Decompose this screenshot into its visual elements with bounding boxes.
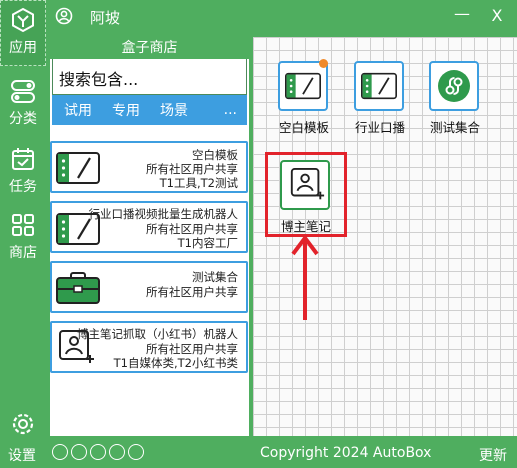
page-dot[interactable] xyxy=(109,444,125,460)
arrow-up-icon xyxy=(291,234,319,320)
toolbox-icon xyxy=(56,272,100,304)
card-title: 行业口播视频批量生成机器人 xyxy=(88,207,239,221)
nav-item-store[interactable]: 商店 xyxy=(0,206,46,272)
badge-dot xyxy=(319,59,328,68)
store-title: 盒子商店 xyxy=(50,37,249,59)
nav-label-apps: 应用 xyxy=(9,40,37,56)
nav-item-apps[interactable]: 应用 xyxy=(0,0,46,66)
store-card[interactable]: 测试集合 所有社区用户共享 xyxy=(50,261,248,313)
filter-scenario[interactable]: 场景 xyxy=(160,100,188,120)
workspace-app-industry-broadcast[interactable] xyxy=(354,61,404,111)
user-circle-icon[interactable] xyxy=(55,7,73,25)
store-panel: 盒子商店 搜索包含... 试用 专用 场景 ... 空白模板 所有社区用户共享 … xyxy=(50,37,249,436)
search-input[interactable]: 搜索包含... xyxy=(52,59,247,95)
store-card[interactable]: 博主笔记抓取（小红书）机器人 所有社区用户共享 T1自媒体类,T2小红书类 xyxy=(50,321,248,373)
window-title: 阿坡 xyxy=(90,9,121,27)
grid-icon xyxy=(12,214,34,236)
card-title: 博主笔记抓取（小红书）机器人 xyxy=(77,327,238,341)
gear-icon[interactable] xyxy=(9,410,37,438)
nav-label-categories: 分类 xyxy=(9,111,37,127)
workspace-app-blank-template[interactable] xyxy=(278,61,328,111)
highlight-box xyxy=(265,152,347,237)
workspace-app-test-collection[interactable] xyxy=(429,61,479,111)
card-title: 测试集合 xyxy=(192,270,238,284)
nav-label-store: 商店 xyxy=(9,245,37,261)
toggle-icon xyxy=(11,80,35,103)
card-tags: T1自媒体类,T2小红书类 xyxy=(113,356,238,370)
card-tags: T1内容工厂 xyxy=(177,236,238,250)
link-circle-icon xyxy=(438,70,470,102)
filter-bar: 试用 专用 场景 ... xyxy=(52,95,247,125)
page-dots xyxy=(52,444,144,460)
copyright-text: Copyright 2024 AutoBox xyxy=(260,445,432,461)
settings-label[interactable]: 设置 xyxy=(8,445,36,465)
slash-panel-icon xyxy=(285,72,321,100)
update-button[interactable]: 更新 xyxy=(479,445,507,465)
filter-dedicated[interactable]: 专用 xyxy=(112,100,140,120)
app-label: 空白模板 xyxy=(279,120,330,135)
close-button[interactable]: X xyxy=(486,4,508,28)
cube-icon xyxy=(12,7,34,33)
store-card[interactable]: 空白模板 所有社区用户共享 T1工具,T2测试 xyxy=(50,141,248,193)
store-card[interactable]: 行业口播视频批量生成机器人 所有社区用户共享 T1内容工厂 xyxy=(50,201,248,253)
title-bar: 阿坡 — X xyxy=(46,0,517,34)
app-window: 应用 分类 任务 商店 阿坡 — X 盒子商店 搜索包含... 试用 专用 场景… xyxy=(0,0,517,468)
page-dot[interactable] xyxy=(128,444,144,460)
filter-trial[interactable]: 试用 xyxy=(64,100,92,120)
page-dot[interactable] xyxy=(90,444,106,460)
slash-panel-icon xyxy=(361,72,397,100)
minimize-button[interactable]: — xyxy=(451,2,473,28)
app-label: 测试集合 xyxy=(430,120,481,135)
page-dot[interactable] xyxy=(52,444,68,460)
slash-panel-icon xyxy=(56,152,100,184)
app-label: 行业口播 xyxy=(355,120,406,135)
card-tags: T1工具,T2测试 xyxy=(159,176,238,190)
nav-item-categories[interactable]: 分类 xyxy=(0,72,46,138)
card-share: 所有社区用户共享 xyxy=(146,285,238,299)
filter-more[interactable]: ... xyxy=(224,102,237,118)
calendar-check-icon xyxy=(12,148,34,170)
left-nav: 应用 分类 任务 商店 xyxy=(0,0,46,468)
nav-item-tasks[interactable]: 任务 xyxy=(0,140,46,206)
page-dot[interactable] xyxy=(71,444,87,460)
nav-label-tasks: 任务 xyxy=(9,179,37,195)
status-bar: 设置 Copyright 2024 AutoBox 更新 xyxy=(0,440,517,468)
